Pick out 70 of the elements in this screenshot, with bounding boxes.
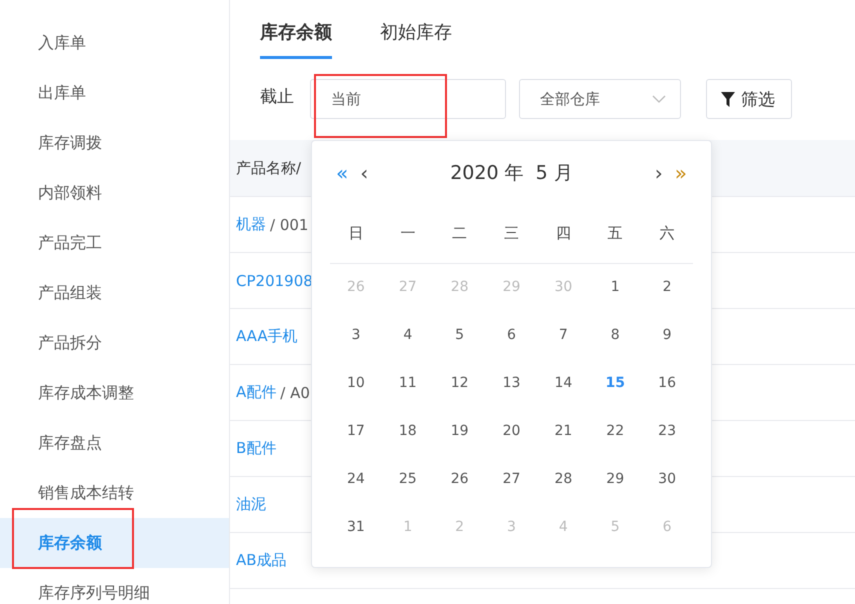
calendar-day[interactable]: 6 bbox=[486, 311, 538, 359]
calendar-day[interactable]: 24 bbox=[330, 455, 382, 503]
calendar-day[interactable]: 5 bbox=[434, 311, 486, 359]
calendar-day[interactable]: 9 bbox=[641, 311, 693, 359]
calendar-day[interactable]: 19 bbox=[434, 407, 486, 455]
sidebar-item[interactable]: 库存调拨 bbox=[0, 118, 229, 168]
sidebar-item[interactable]: 库存成本调整 bbox=[0, 368, 229, 418]
calendar-day[interactable]: 27 bbox=[486, 455, 538, 503]
sidebar-item[interactable]: 产品拆分 bbox=[0, 318, 229, 368]
calendar-day[interactable]: 17 bbox=[330, 407, 382, 455]
product-link[interactable]: 机器 bbox=[236, 215, 266, 234]
product-link[interactable]: A配件 bbox=[236, 383, 276, 402]
sidebar-item[interactable]: 产品组装 bbox=[0, 268, 229, 318]
product-link[interactable]: AB成品 bbox=[236, 551, 287, 570]
weekday-label: 一 bbox=[399, 224, 416, 242]
calendar-day[interactable]: 23 bbox=[641, 407, 693, 455]
sidebar-item[interactable]: 入库单 bbox=[0, 18, 229, 68]
calendar-day[interactable]: 13 bbox=[486, 359, 538, 407]
sidebar-item[interactable]: 库存盘点 bbox=[0, 418, 229, 468]
calendar-day[interactable]: 11 bbox=[382, 359, 434, 407]
filter-button[interactable]: 筛选 bbox=[706, 79, 792, 119]
calendar-day[interactable]: 14 bbox=[537, 359, 590, 407]
funnel-icon bbox=[721, 92, 735, 106]
weekday-label: 四 bbox=[554, 224, 572, 242]
sidebar-item[interactable]: 内部领料 bbox=[0, 168, 229, 218]
calendar-day[interactable]: 30 bbox=[641, 455, 693, 503]
tab[interactable]: 库存余额 bbox=[260, 20, 332, 59]
sidebar-item[interactable]: 库存序列号明细 bbox=[0, 568, 229, 604]
calendar-day[interactable]: 3 bbox=[330, 311, 382, 359]
calendar-day[interactable]: 10 bbox=[330, 359, 382, 407]
previous-year-button[interactable]: « bbox=[330, 161, 354, 185]
column-header: 产品名称/ bbox=[236, 158, 302, 178]
weekday-label: 二 bbox=[451, 224, 468, 242]
calendar-day[interactable]: 16 bbox=[641, 359, 693, 407]
calendar-day[interactable]: 4 bbox=[382, 311, 434, 359]
calendar-day[interactable]: 22 bbox=[589, 407, 642, 455]
product-link[interactable]: CP201908 bbox=[236, 272, 313, 290]
calendar-day[interactable]: 26 bbox=[434, 455, 486, 503]
calendar-day[interactable]: 21 bbox=[537, 407, 590, 455]
next-month-button[interactable]: › bbox=[648, 161, 669, 185]
chevron-down-icon bbox=[652, 95, 666, 103]
calendar-day[interactable]: 28 bbox=[537, 455, 590, 503]
calendar-day[interactable]: 31 bbox=[330, 503, 382, 551]
date-field[interactable]: 当前 bbox=[310, 79, 506, 119]
calendar-day[interactable]: 18 bbox=[382, 407, 434, 455]
weekday-label: 六 bbox=[658, 224, 676, 242]
calendar-day[interactable]: 8 bbox=[589, 311, 642, 359]
calendar-day[interactable]: 20 bbox=[486, 407, 538, 455]
weekday-label: 三 bbox=[502, 224, 520, 242]
calendar-day[interactable]: 1 bbox=[589, 263, 642, 311]
calendar-day[interactable]: 25 bbox=[382, 455, 434, 503]
calendar-day[interactable]: 12 bbox=[434, 359, 486, 407]
product-link[interactable]: AAA手机 bbox=[236, 327, 298, 346]
product-link[interactable]: B配件 bbox=[236, 439, 276, 458]
weekday-label: 日 bbox=[347, 224, 364, 242]
previous-month-button[interactable]: ‹ bbox=[354, 161, 374, 185]
warehouse-select[interactable]: 全部仓库 bbox=[519, 79, 681, 119]
sidebar-item[interactable]: 销售成本结转 bbox=[0, 468, 229, 518]
date-label: 截止 bbox=[260, 86, 294, 108]
sidebar-item[interactable]: 产品完工 bbox=[0, 218, 229, 268]
product-link[interactable]: 油泥 bbox=[236, 495, 266, 514]
product-code: / A0 bbox=[280, 384, 310, 402]
calendar-day[interactable]: 2 bbox=[641, 263, 693, 311]
calendar-day[interactable]: 7 bbox=[537, 311, 590, 359]
sidebar-item[interactable]: 出库单 bbox=[0, 68, 229, 118]
weekday-label: 五 bbox=[606, 224, 624, 242]
product-code: / 001 bbox=[270, 216, 308, 234]
calendar-title: 2020 年 5 月 bbox=[449, 161, 574, 186]
calendar-day[interactable]: 29 bbox=[589, 455, 642, 503]
tab[interactable]: 初始库存 bbox=[380, 20, 452, 59]
